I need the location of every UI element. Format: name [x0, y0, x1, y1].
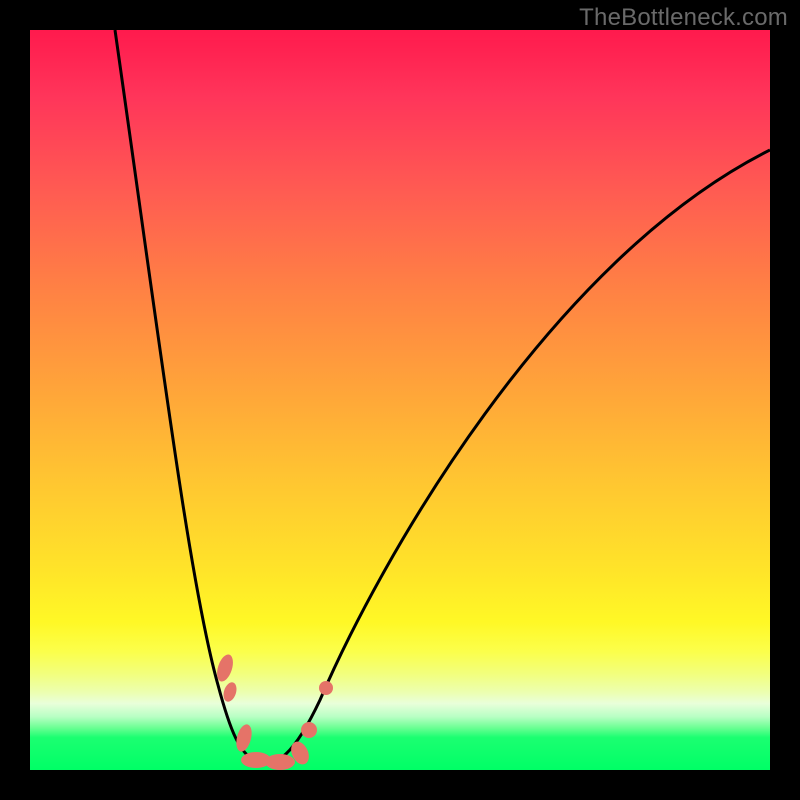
chart-svg [30, 30, 770, 770]
curve-marker [319, 681, 333, 695]
curve-marker [265, 754, 295, 770]
chart-canvas [30, 30, 770, 770]
curve-marker [221, 681, 239, 704]
watermark-text: TheBottleneck.com [579, 4, 788, 32]
curve-marker [301, 722, 317, 738]
bottleneck-curve [115, 30, 770, 763]
